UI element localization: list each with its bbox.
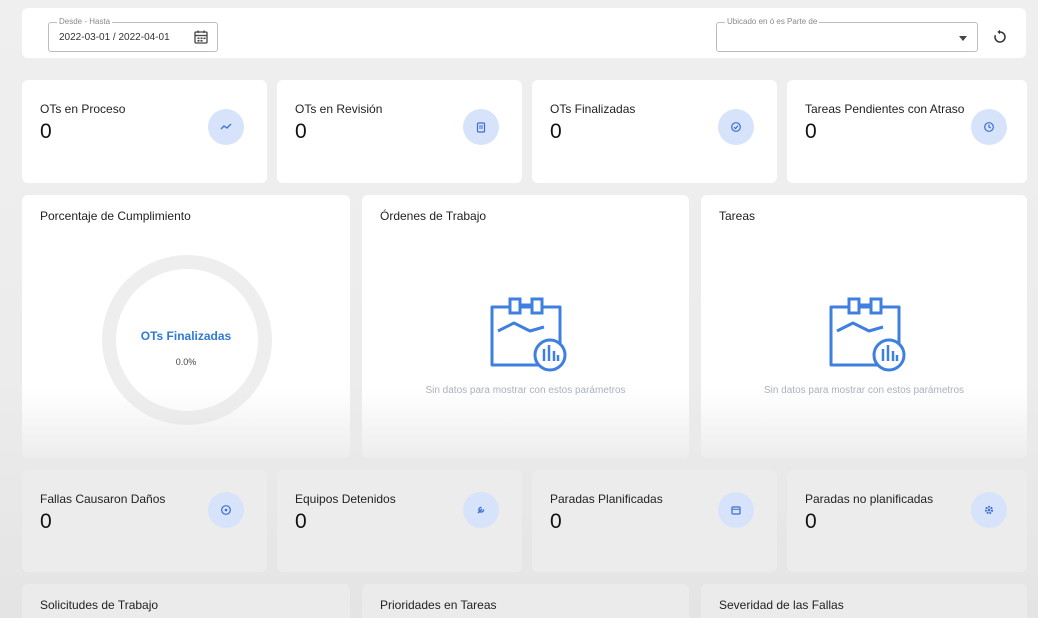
empty-calendar-chart-icon (490, 297, 567, 372)
stat-value: 0 (295, 120, 307, 143)
panel-shadow (362, 388, 689, 458)
stat-title: OTs en Proceso (40, 102, 126, 116)
clipboard-icon (463, 109, 499, 145)
filter-bar: Desde - Hasta 2022-03-01 / 2022-04-01 Ub… (22, 8, 1026, 58)
calendar-icon (718, 492, 754, 528)
empty-state-text: Sin datos para mostrar con estos parámet… (763, 385, 965, 396)
refresh-icon (994, 29, 1006, 43)
section-title: Prioridades en Tareas (380, 598, 497, 612)
stat-title: Tareas Pendientes con Atraso (805, 102, 965, 116)
stat-card-paradas-planificadas: Paradas Planificadas 0 (532, 470, 777, 572)
stat-value: 0 (295, 510, 307, 533)
stat-card-ots-en-revision: OTs en Revisión 0 (277, 80, 522, 183)
stat-card-tareas-pendientes: Tareas Pendientes con Atraso 0 (787, 80, 1027, 183)
stat-card-paradas-no-planificadas: Paradas no planificadas 0 (787, 470, 1027, 572)
section-title: Solicitudes de Trabajo (40, 598, 159, 612)
section-title: Severidad de las Fallas (719, 598, 844, 612)
alert-circle-icon (208, 492, 244, 528)
stat-value: 0 (40, 120, 52, 143)
refresh-button[interactable] (986, 23, 1014, 51)
stat-card-fallas-danos: Fallas Causaron Daños 0 (22, 470, 267, 572)
stat-value: 0 (805, 120, 817, 143)
panel-shadow (701, 388, 1027, 458)
date-range-value[interactable]: 2022-03-01 / 2022-04-01 (59, 32, 170, 43)
empty-state-text: Sin datos para mostrar con estos parámet… (425, 385, 626, 396)
stat-title: Paradas no planificadas (805, 492, 934, 506)
donut-percent: 0.0% (175, 357, 197, 367)
calendar-icon[interactable] (193, 29, 209, 45)
panel-tareas: Tareas Sin datos para mostrar con estos … (701, 195, 1027, 458)
stat-value: 0 (805, 510, 817, 533)
wrench-icon (463, 492, 499, 528)
chevron-down-icon[interactable] (959, 36, 967, 41)
stat-card-ots-finalizadas: OTs Finalizadas 0 (532, 80, 777, 183)
clock-icon (971, 109, 1007, 145)
stat-title: OTs Finalizadas (550, 102, 636, 116)
donut-center-label: OTs Finalizadas (140, 329, 232, 343)
panel-porcentaje-cumplimiento: Porcentaje de Cumplimiento OTs Finalizad… (22, 195, 350, 458)
panel-title: Tareas (719, 209, 756, 223)
panel-title: Órdenes de Trabajo (380, 209, 487, 223)
stat-title: Fallas Causaron Daños (40, 492, 166, 506)
panel-ordenes-de-trabajo: Órdenes de Trabajo Sin datos para mostra… (362, 195, 689, 458)
stat-value: 0 (550, 510, 562, 533)
panel-title: Porcentaje de Cumplimiento (40, 209, 191, 223)
stat-value: 0 (40, 510, 52, 533)
stat-value: 0 (550, 120, 562, 143)
empty-calendar-chart-icon (829, 297, 906, 372)
trend-icon (208, 109, 244, 145)
gear-icon (971, 492, 1007, 528)
stat-title: OTs en Revisión (295, 102, 383, 116)
location-label: Ubicado en ó es Parte de (725, 17, 820, 27)
stat-card-equipos-detenidos: Equipos Detenidos 0 (277, 470, 522, 572)
location-select[interactable]: Ubicado en ó es Parte de (716, 17, 978, 52)
stat-card-ots-en-proceso: OTs en Proceso 0 (22, 80, 267, 183)
stat-title: Paradas Planificadas (550, 492, 663, 506)
section-prioridades-en-tareas: Prioridades en Tareas (362, 584, 689, 618)
stat-title: Equipos Detenidos (295, 492, 396, 506)
section-solicitudes-de-trabajo: Solicitudes de Trabajo (22, 584, 350, 618)
check-circle-icon (718, 109, 754, 145)
date-range-label: Desde - Hasta (57, 17, 113, 27)
date-range-field[interactable]: Desde - Hasta 2022-03-01 / 2022-04-01 (48, 17, 218, 52)
section-severidad-de-las-fallas: Severidad de las Fallas (701, 584, 1027, 618)
